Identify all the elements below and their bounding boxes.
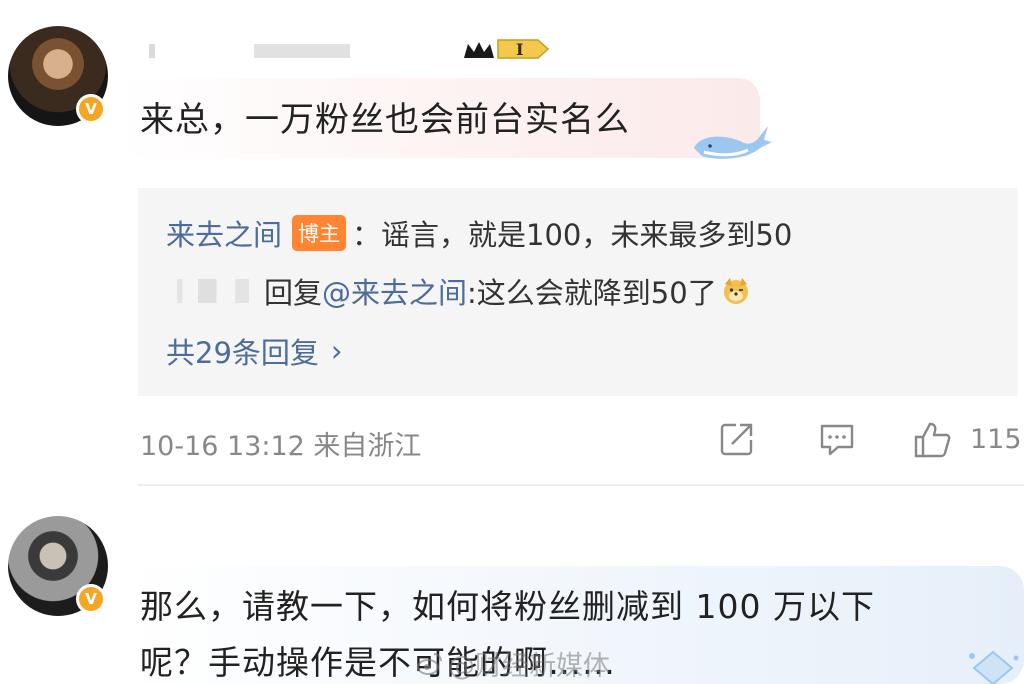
reply-item: 回复 @来去之间 :这么会就降到50了: [166, 270, 751, 312]
like-icon[interactable]: [912, 420, 952, 460]
diamond-decoration-icon: [969, 650, 1019, 684]
comment-icon[interactable]: [818, 420, 856, 458]
reply-prefix: 回复: [264, 276, 323, 310]
crown-badge-icon: I: [464, 39, 550, 59]
reply-item: 来去之间 博主 ：谣言，就是100，未来最多到50: [166, 212, 792, 254]
weibo-logo-icon: [417, 652, 442, 675]
reply-content: :这么会就降到50了: [467, 276, 717, 310]
comment-meta: 10-16 13:12 来自浙江: [140, 431, 422, 462]
watermark: @财经新媒体: [416, 644, 610, 683]
divider: [138, 484, 1024, 486]
watermark-text: @财经新媒体: [448, 651, 610, 682]
badge-level: I: [516, 40, 523, 59]
comment-text: 来总，一万粉丝也会前台实名么: [140, 100, 630, 140]
share-icon[interactable]: [718, 420, 756, 458]
more-replies-label: 共29条回复: [166, 336, 319, 370]
blurred-username: [140, 44, 440, 58]
dog-emoji-icon: [723, 278, 748, 304]
reply-content: ：谣言，就是100，未来最多到50: [352, 218, 793, 252]
whale-icon: [694, 126, 772, 159]
verified-icon: V: [76, 94, 106, 124]
more-replies-link[interactable]: 共29条回复 ›: [166, 330, 343, 372]
like-count: 115: [970, 424, 1022, 455]
comment-text-line: 那么，请教一下，如何将粉丝删减到 100 万以下: [140, 587, 875, 626]
mention-link[interactable]: @来去之间: [322, 270, 467, 312]
chevron-right-icon: ›: [330, 334, 343, 368]
author-tag-badge: 博主: [292, 215, 347, 251]
verified-icon: V: [76, 584, 106, 614]
reply-author-link[interactable]: 来去之间: [166, 212, 282, 254]
blurred-reply-author: [166, 279, 258, 303]
